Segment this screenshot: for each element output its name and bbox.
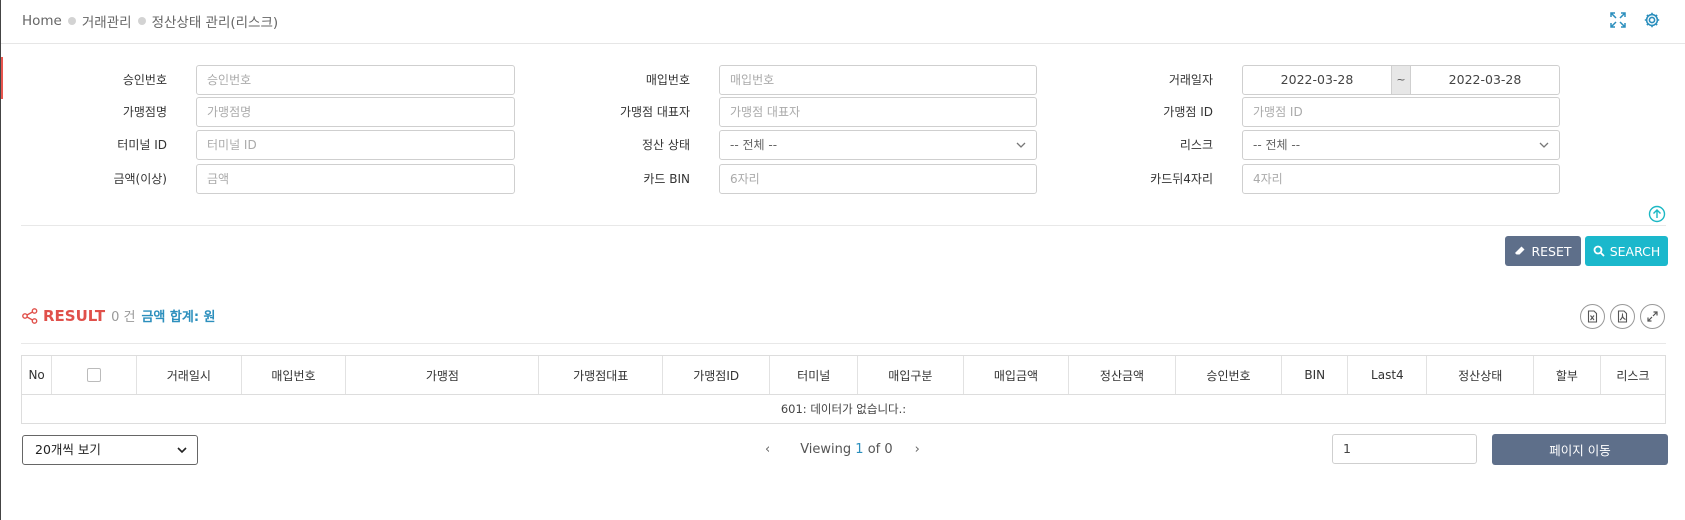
result-title: RESULT [43, 306, 106, 325]
column-header[interactable]: BIN [1282, 356, 1349, 394]
breadcrumb-separator-icon [67, 17, 76, 25]
settle-status-value: -- 전체 -- [730, 138, 778, 152]
breadcrumb-section[interactable]: 거래관리 [82, 11, 132, 31]
result-count: 0 건 [111, 310, 136, 325]
approval-no-input[interactable] [196, 65, 515, 95]
column-header[interactable]: No [22, 356, 53, 394]
page-size-value: 20개씩 보기 [35, 442, 101, 457]
column-header[interactable]: 터미널 [770, 356, 859, 394]
card-last4-label: 카드뒤4자리 [1150, 172, 1213, 186]
column-header[interactable]: Last4 [1348, 356, 1428, 394]
viewing-label: Viewing [800, 442, 852, 457]
breadcrumb-home[interactable]: Home [22, 13, 62, 29]
expand-arrows-icon [1647, 311, 1658, 322]
settle-status-label: 정산 상태 [642, 138, 690, 152]
pdf-file-icon [1617, 310, 1628, 323]
page-header: Home 거래관리 정산상태 관리(리스크) [1, 0, 1685, 44]
pagination: ‹ Viewing 1 of 0 › [765, 442, 920, 457]
app-frame: Home 거래관리 정산상태 관리(리스크) 승인번호 가맹점명 터미널 ID … [0, 0, 1685, 520]
search-button[interactable]: SEARCH [1585, 236, 1668, 266]
select-all-checkbox[interactable] [87, 368, 102, 382]
column-header[interactable]: 매입구분 [858, 356, 964, 394]
column-header[interactable]: 가맹점ID [663, 356, 771, 394]
result-header: RESULT 0 건 금액 합계: 원 [21, 306, 216, 325]
eraser-icon [1515, 246, 1525, 255]
approval-no-label: 승인번호 [122, 73, 167, 87]
result-divider [21, 343, 1666, 344]
search-divider [21, 225, 1666, 226]
card-bin-label: 카드 BIN [643, 172, 690, 186]
breadcrumb-separator-icon [137, 17, 146, 25]
settle-status-select[interactable]: -- 전체 -- [719, 130, 1037, 160]
reset-button-label: RESET [1531, 243, 1572, 259]
chevron-down-icon [1539, 142, 1549, 148]
share-icon [22, 307, 38, 324]
side-accent-mark [1, 57, 3, 99]
search-icon [1593, 245, 1605, 257]
reset-button[interactable]: RESET [1505, 236, 1581, 266]
amount-min-label: 금액(이상) [113, 172, 167, 186]
risk-value: -- 전체 -- [1253, 138, 1301, 152]
merchant-name-input[interactable] [196, 97, 515, 127]
chevron-down-icon [1016, 142, 1026, 148]
total-pages: of 0 [867, 442, 893, 457]
prev-page-icon[interactable]: ‹ [765, 442, 770, 457]
merchant-rep-input[interactable] [719, 97, 1037, 127]
terminal-id-label: 터미널 ID [117, 138, 167, 152]
column-header[interactable]: 가맹점대표 [539, 356, 663, 394]
merchant-rep-label: 가맹점 대표자 [619, 105, 690, 119]
column-header[interactable]: 정산상태 [1427, 356, 1534, 394]
breadcrumb: Home 거래관리 정산상태 관리(리스크) [22, 11, 278, 31]
card-bin-input[interactable] [719, 164, 1037, 194]
goto-page-input[interactable]: 1 [1332, 434, 1477, 464]
gear-icon[interactable] [1643, 11, 1661, 29]
terminal-id-input[interactable] [196, 130, 515, 160]
breadcrumb-page: 정산상태 관리(리스크) [151, 15, 279, 31]
fullscreen-icon[interactable] [1609, 11, 1627, 29]
collapse-up-icon[interactable] [1648, 205, 1666, 223]
expand-table-button[interactable] [1640, 304, 1665, 329]
search-button-label: SEARCH [1609, 243, 1661, 259]
card-last4-input[interactable] [1242, 164, 1560, 194]
column-header[interactable]: 승인번호 [1176, 356, 1283, 394]
column-header[interactable]: 매입번호 [242, 356, 347, 394]
merchant-name-label: 가맹점명 [122, 105, 167, 119]
goto-page-button[interactable]: 페이지 이동 [1492, 434, 1668, 465]
merchant-id-input[interactable] [1242, 97, 1560, 127]
chevron-down-icon [177, 447, 187, 454]
date-from-input[interactable]: 2022-03-28 [1242, 65, 1392, 95]
date-to-input[interactable]: 2022-03-28 [1410, 65, 1560, 95]
risk-label: 리스크 [1179, 138, 1213, 152]
date-range-separator: ~ [1392, 65, 1410, 95]
pdf-export-button[interactable] [1610, 304, 1635, 329]
result-sum: 금액 합계: 원 [141, 310, 216, 325]
merchant-id-label: 가맹점 ID [1163, 105, 1213, 119]
column-header[interactable]: 거래일시 [137, 356, 242, 394]
pagination-status: Viewing 1 of 0 [800, 442, 892, 457]
column-header[interactable]: 정산금액 [1069, 356, 1176, 394]
risk-select[interactable]: -- 전체 -- [1242, 130, 1560, 160]
column-header[interactable]: 매입금액 [964, 356, 1070, 394]
amount-min-input[interactable] [196, 164, 515, 194]
select-all-cell [52, 356, 138, 394]
current-page: 1 [855, 442, 864, 457]
page-size-select[interactable]: 20개씩 보기 [22, 435, 198, 465]
excel-file-icon [1587, 310, 1598, 323]
excel-export-button[interactable] [1580, 304, 1605, 329]
column-header[interactable]: 리스크 [1601, 356, 1665, 394]
table-header: No 거래일시 매입번호 가맹점 가맹점대표 가맹점ID 터미널 매입구분 매입… [21, 355, 1666, 395]
purchase-no-input[interactable] [719, 65, 1037, 95]
next-page-icon[interactable]: › [915, 442, 920, 457]
purchase-no-label: 매입번호 [645, 73, 690, 87]
column-header[interactable]: 할부 [1534, 356, 1601, 394]
column-header[interactable]: 가맹점 [346, 356, 540, 394]
table-empty-message: 601: 데이터가 없습니다.: [21, 395, 1666, 424]
trade-date-label: 거래일자 [1168, 73, 1213, 87]
